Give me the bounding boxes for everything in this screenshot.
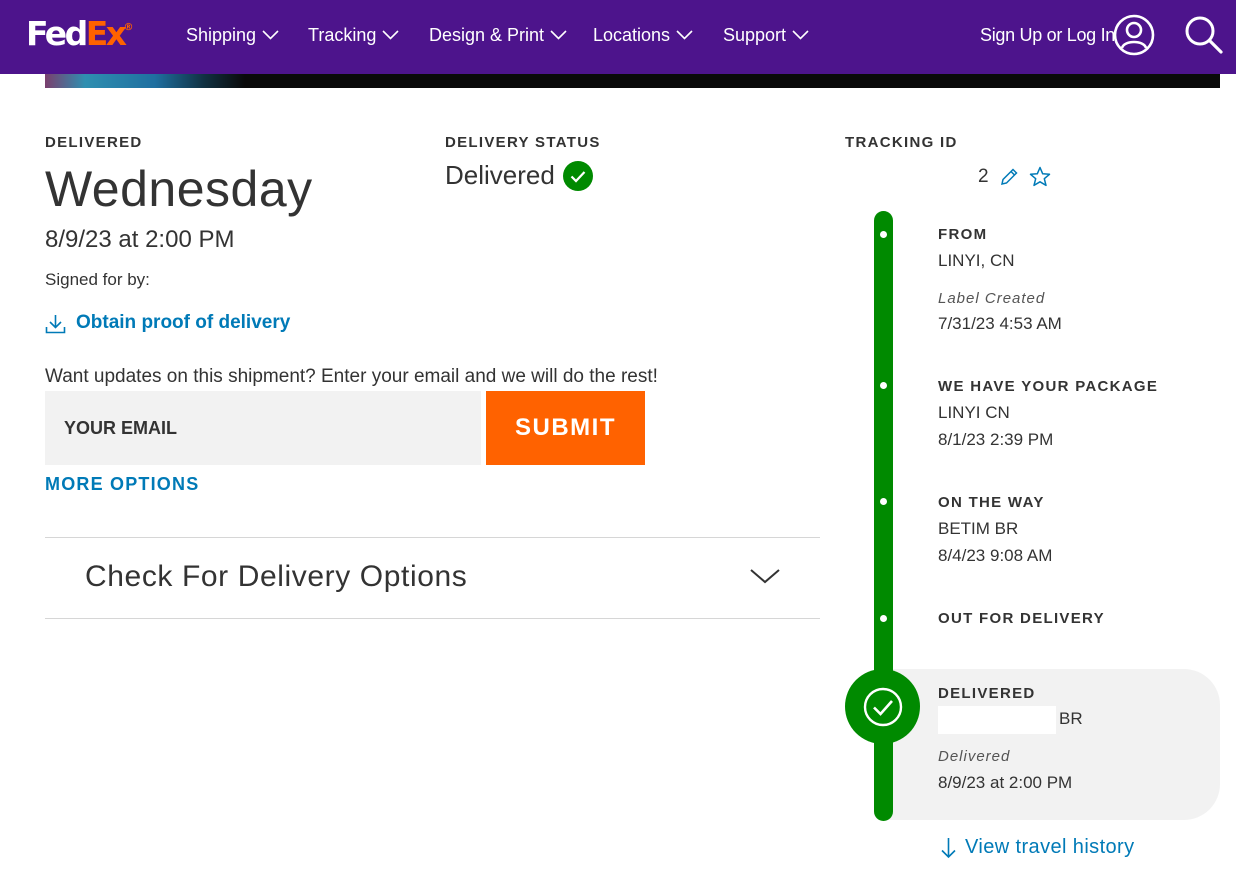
event-title-out-for-delivery: OUT FOR DELIVERY [938,610,1105,627]
arrow-down-icon [941,837,956,858]
event-title-from: FROM [938,226,988,243]
event-time-on-the-way: 8/4/23 9:08 AM [938,546,1053,565]
event-location-from: LINYI, CN [938,251,1015,270]
hero-image-strip [45,74,1220,88]
chevron-down-icon [750,569,780,584]
check-circle-icon [863,687,902,726]
view-travel-history-link[interactable]: View travel history [940,836,1135,859]
timeline-dot [880,615,887,622]
redacted-location [938,706,1056,734]
event-title-on-the-way: ON THE WAY [938,494,1045,511]
nav-design-print-label: Design & Print [429,25,545,45]
nav-tracking[interactable]: Tracking [308,24,399,46]
delivery-status-value: Delivered [445,160,593,191]
signed-for-text: Signed for by: [45,270,150,289]
tracking-id-label: TRACKING ID [845,134,958,151]
delivery-status-label: DELIVERY STATUS [445,134,601,151]
chevron-down-icon [676,30,693,40]
check-circle-icon [562,160,593,191]
logo-fed: Fed [26,14,88,53]
delivery-datetime: 8/9/23 at 2:00 PM [45,226,235,253]
logo-registered-mark: ® [123,22,134,33]
event-location-picked-up: LINYI CN [938,403,1010,422]
download-icon [45,314,66,333]
delivered-event-card [885,669,1220,820]
nav-support[interactable]: Support [723,24,809,46]
user-icon[interactable] [1113,14,1155,56]
delivered-status-circle [845,669,920,744]
event-title-delivered: DELIVERED [938,685,1036,702]
chevron-down-icon [262,30,279,40]
more-options-link[interactable]: MORE OPTIONS [45,474,199,495]
hero-image-accent [45,74,245,88]
delivery-status-text: Delivered [445,160,555,190]
nav-shipping-label: Shipping [186,25,257,45]
nav-shipping[interactable]: Shipping [186,24,279,46]
tracking-id-value: 2 [978,166,989,187]
search-icon[interactable] [1183,14,1225,56]
pencil-icon[interactable] [999,167,1019,187]
nav-tracking-label: Tracking [308,25,377,45]
timeline-dot [880,498,887,505]
delivery-day: Wednesday [45,161,313,217]
submit-button[interactable]: SUBMIT [486,391,645,465]
chevron-down-icon [382,30,399,40]
email-input[interactable] [45,391,481,465]
view-travel-history-label: View travel history [965,836,1135,858]
sign-in-link[interactable]: Sign Up or Log In [980,24,1115,46]
updates-prompt: Want updates on this shipment? Enter you… [45,366,658,387]
chevron-down-icon [792,30,809,40]
event-sub-delivered: Delivered [938,748,1011,765]
event-time-delivered: 8/9/23 at 2:00 PM [938,773,1073,792]
tracking-id-row: 2 [978,166,1051,188]
fedex-logo[interactable]: FedEx ® [26,14,134,54]
nav-locations[interactable]: Locations [593,24,693,46]
proof-of-delivery-link[interactable]: Obtain proof of delivery [45,312,290,334]
nav-locations-label: Locations [593,25,671,45]
event-time-from: 7/31/23 4:53 AM [938,314,1062,333]
event-location-on-the-way: BETIM BR [938,519,1019,538]
proof-of-delivery-label: Obtain proof of delivery [76,312,291,333]
star-icon[interactable] [1029,166,1051,188]
delivery-options-title: Check For Delivery Options [85,560,468,593]
delivered-label: DELIVERED [45,134,143,151]
timeline-dot [880,231,887,238]
event-time-picked-up: 8/1/23 2:39 PM [938,430,1054,449]
chevron-down-icon [550,30,567,40]
event-sub-label-created: Label Created [938,290,1046,307]
nav-support-label: Support [723,25,787,45]
nav-design-print[interactable]: Design & Print [429,24,567,46]
delivery-options-accordion[interactable]: Check For Delivery Options [45,537,820,619]
timeline-dot [880,382,887,389]
event-location-delivered: BR [1059,709,1083,728]
logo-ex: Ex [85,14,127,53]
top-navigation-bar: FedEx ® Shipping Tracking Design & Print … [0,0,1236,74]
event-title-picked-up: WE HAVE YOUR PACKAGE [938,378,1159,395]
